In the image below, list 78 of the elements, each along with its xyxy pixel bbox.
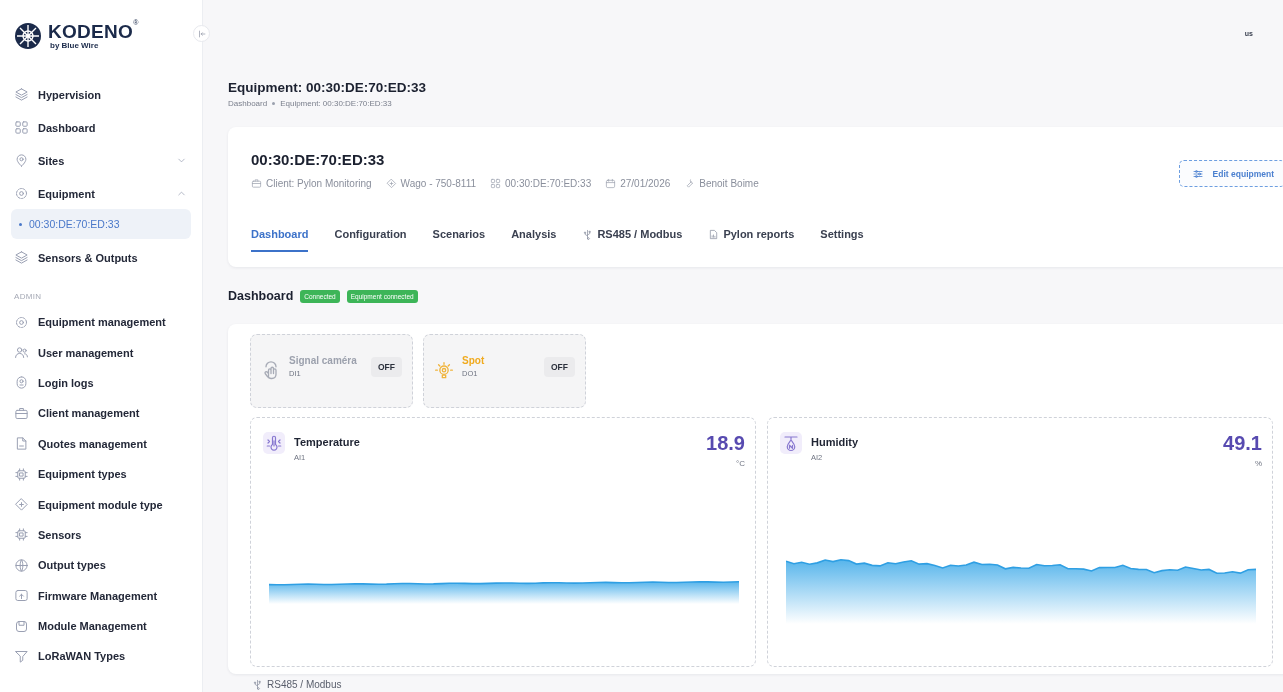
- briefcase-icon: [14, 405, 29, 421]
- sensor-value: 49.1: [1223, 432, 1262, 455]
- layers-icon: [14, 87, 29, 102]
- breadcrumb-item[interactable]: Dashboard: [228, 99, 268, 108]
- document-icon: [14, 436, 29, 452]
- sidebar-item[interactable]: Client management: [11, 398, 191, 429]
- sidebar-item[interactable]: Equipment: [11, 177, 191, 210]
- collapse-icon: [196, 28, 207, 39]
- section-title: Dashboard: [228, 289, 294, 303]
- tab[interactable]: Analysis: [511, 228, 557, 252]
- sidebar-item[interactable]: Dashboard: [11, 111, 191, 144]
- droplet-icon: [782, 434, 800, 452]
- chip-icon: [14, 466, 29, 482]
- sidebar-item[interactable]: Equipment types: [11, 458, 191, 490]
- meta-text: 00:30:DE:70:ED:33: [505, 178, 592, 189]
- shield-icon: [14, 375, 29, 391]
- sidebar-item[interactable]: Equipment management: [11, 307, 191, 338]
- funnel-icon: [14, 649, 29, 664]
- tab[interactable]: Dashboard: [251, 228, 309, 252]
- sidebar-item[interactable]: Hypervision: [11, 78, 191, 111]
- briefcase-icon: [251, 178, 262, 189]
- page-title: Equipment: 00:30:DE:70:ED:33: [228, 80, 428, 95]
- usb-icon: [582, 228, 594, 240]
- meta-text: Benoit Boime: [699, 178, 759, 189]
- thermometer-icon: [265, 434, 283, 452]
- meta-text: Wago - 750-8111: [400, 178, 477, 189]
- sidebar-item[interactable]: Sites: [11, 144, 191, 177]
- grid-icon: [490, 178, 502, 189]
- sidebar-item[interactable]: Module Management: [11, 610, 191, 642]
- state-label: OFF: [544, 357, 575, 377]
- grid-icon: [14, 120, 29, 135]
- sidebar-item[interactable]: Login logs: [11, 367, 191, 399]
- sidebar-item[interactable]: Sensors: [11, 519, 191, 551]
- meta-text: Client: Pylon Monitoring: [266, 178, 372, 189]
- diamond-icon: [14, 497, 29, 513]
- edit-equipment-button[interactable]: Edit equipment: [1178, 160, 1283, 187]
- meta-text: 27/01/2026: [620, 178, 671, 189]
- usb-icon: [252, 679, 263, 690]
- sidebar-item[interactable]: Equipment module type: [11, 489, 191, 520]
- square-icon: [14, 618, 29, 634]
- bulb-icon: [434, 361, 454, 381]
- unit-label: %: [1254, 459, 1262, 468]
- report-icon: [708, 228, 720, 240]
- diamond-icon: [385, 178, 397, 189]
- sidebar-item[interactable]: Firmware Management: [11, 580, 191, 611]
- section-title: RS485 / Modbus: [267, 679, 342, 690]
- output-name: Spot: [462, 354, 486, 366]
- section-label: ADMIN: [14, 292, 43, 301]
- sidebar-subitem[interactable]: 00:30:DE:70:ED:33: [11, 209, 191, 239]
- tab[interactable]: Pylon reports: [708, 228, 795, 252]
- sidebar-item[interactable]: User management: [11, 337, 191, 368]
- tab[interactable]: Settings: [820, 228, 864, 252]
- sidebar-item[interactable]: LoRaWAN Types: [11, 641, 191, 672]
- chip-icon: [14, 527, 29, 543]
- tab[interactable]: Scenarios: [432, 228, 486, 252]
- sliders-icon: [1191, 167, 1204, 180]
- globe-icon: [14, 557, 29, 573]
- sensor-name: Temperature: [294, 436, 361, 448]
- breadcrumb-item: Equipment: 00:30:DE:70:ED:33: [280, 99, 392, 108]
- calendar-icon: [605, 178, 617, 189]
- layers-icon: [14, 250, 29, 265]
- sidebar-item[interactable]: Output types: [11, 550, 191, 581]
- pin-icon: [14, 153, 29, 168]
- sidebar-item[interactable]: Sensors & Outputs: [11, 241, 191, 274]
- state-label: OFF: [371, 357, 402, 377]
- sensor-value: 18.9: [706, 432, 745, 455]
- brand-tagline: by Blue Wire: [50, 42, 100, 50]
- sensor-name: Humidity: [811, 436, 860, 448]
- collapse-button[interactable]: [193, 25, 210, 42]
- users-icon: [14, 345, 29, 361]
- equipment-title: 00:30:DE:70:ED:33: [251, 151, 386, 168]
- sidebar-item[interactable]: Quotes management: [11, 428, 191, 459]
- tab[interactable]: RS485 / Modbus: [582, 228, 683, 252]
- brand-name: KODENO: [48, 22, 134, 41]
- tab[interactable]: Configuration: [334, 228, 407, 252]
- output-name: Signal caméra: [289, 354, 358, 366]
- unit-label: °C: [736, 459, 745, 468]
- upload-icon: [14, 588, 29, 604]
